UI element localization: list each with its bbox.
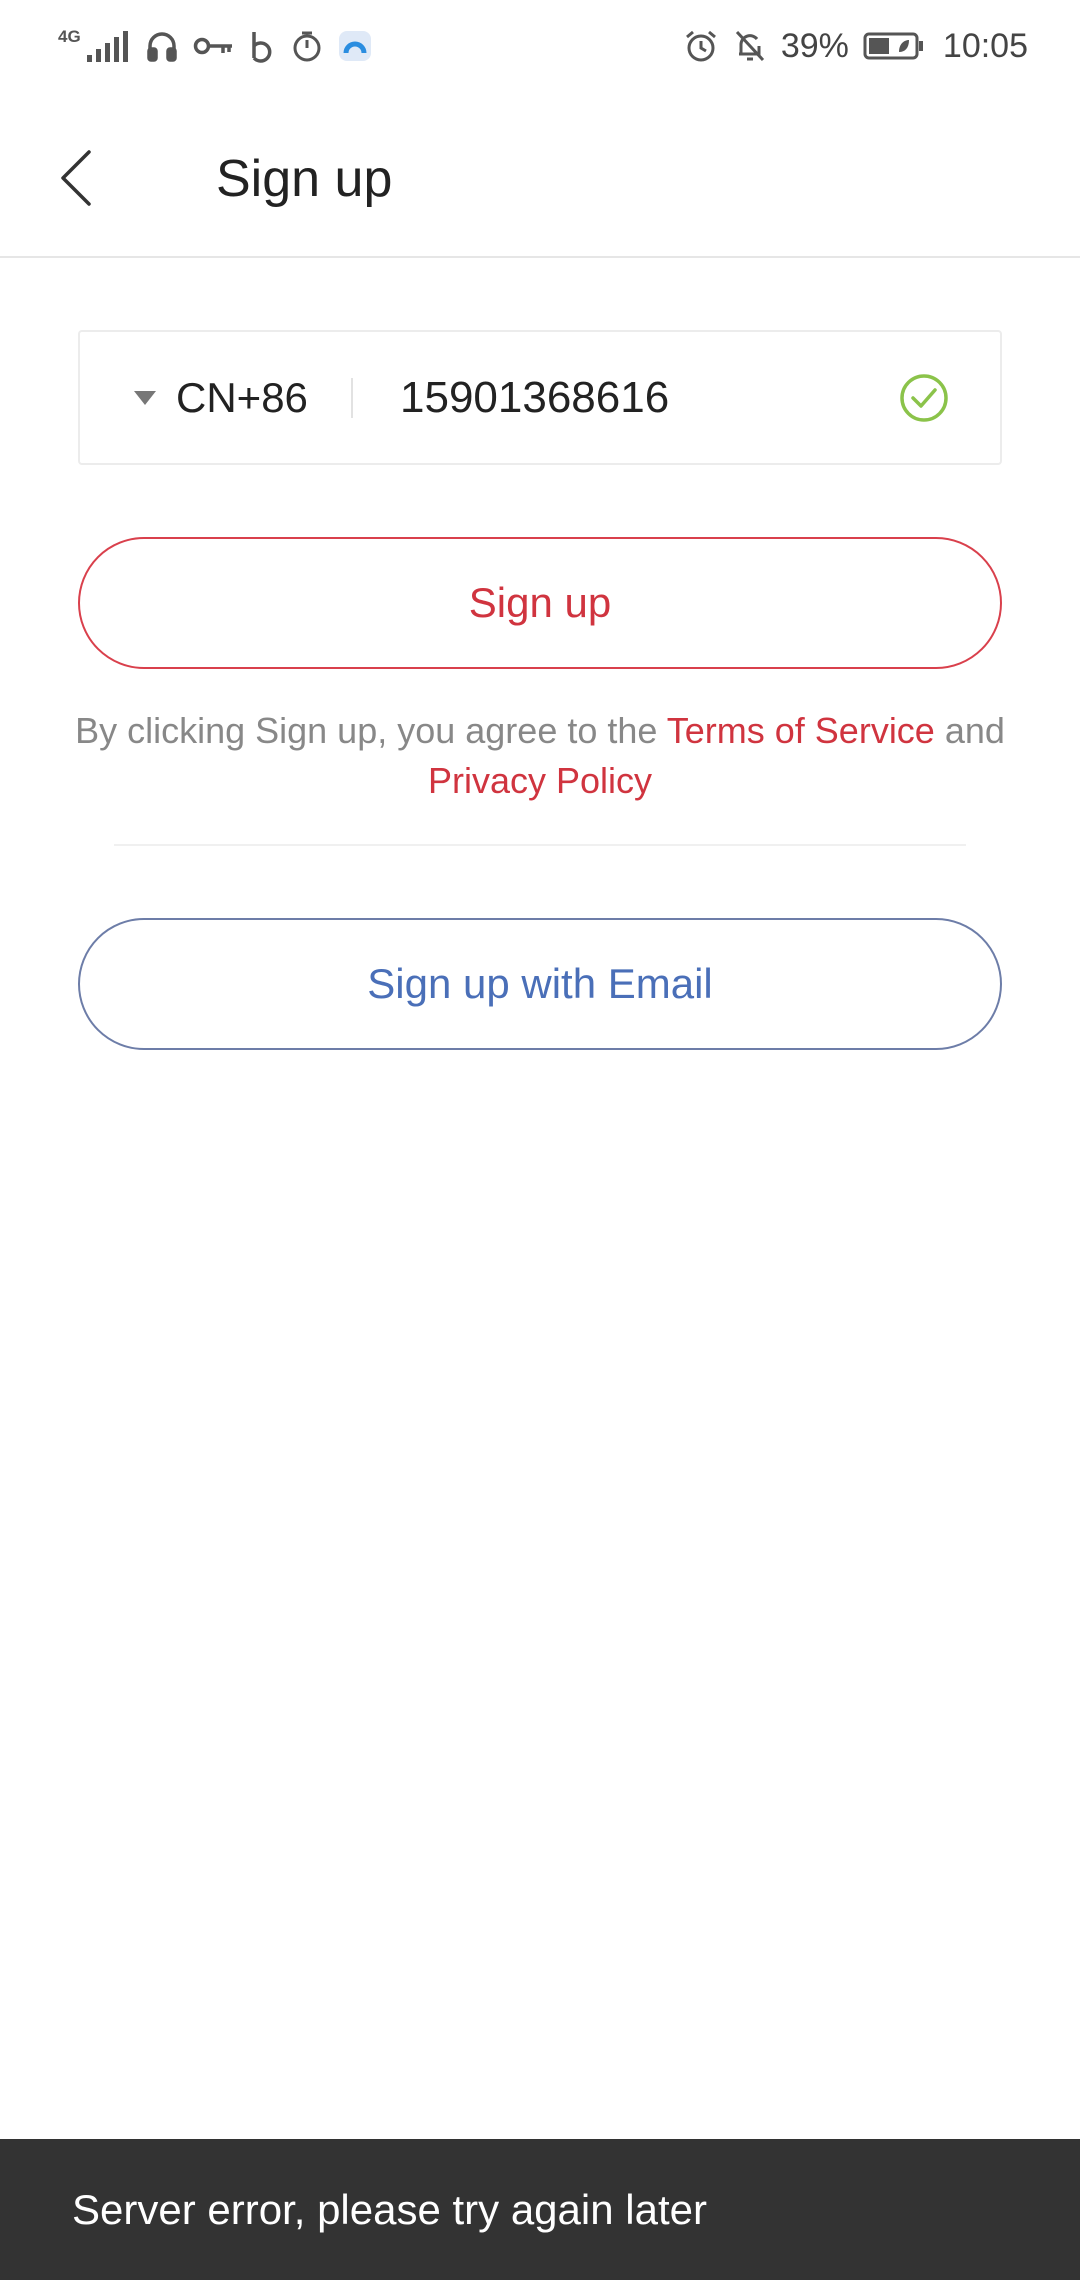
terms-joiner: and bbox=[934, 710, 1005, 751]
signup-with-email-button[interactable]: Sign up with Email bbox=[78, 918, 1002, 1050]
key-icon bbox=[193, 31, 235, 61]
alarm-icon bbox=[683, 28, 719, 64]
status-right: 39% 10:05 bbox=[683, 27, 1028, 66]
signup-button[interactable]: Sign up bbox=[78, 537, 1002, 669]
battery-icon bbox=[863, 31, 925, 61]
error-toast: Server error, please try again later bbox=[0, 2139, 1080, 2280]
bell-off-icon bbox=[733, 28, 767, 64]
network-type: 4G bbox=[58, 26, 81, 46]
field-divider bbox=[351, 378, 353, 418]
battery-percent: 39% bbox=[780, 26, 849, 65]
status-bar: 4G 39% 10:05 bbox=[0, 0, 1080, 92]
page-title: Sign up bbox=[216, 150, 393, 208]
chevron-left-icon bbox=[61, 150, 91, 206]
terms-prefix: By clicking Sign up, you agree to the bbox=[75, 710, 667, 751]
caret-down-icon bbox=[134, 390, 156, 405]
headset-icon bbox=[145, 29, 179, 63]
phone-number-input[interactable] bbox=[400, 356, 880, 440]
app-header: Sign up bbox=[0, 92, 1080, 258]
check-circle-icon bbox=[900, 374, 948, 422]
b-app-icon bbox=[249, 29, 277, 63]
status-left: 4G bbox=[58, 26, 373, 63]
timer-icon bbox=[291, 29, 323, 63]
signal-icon bbox=[85, 29, 131, 63]
terms-of-service-link[interactable]: Terms of Service bbox=[667, 710, 935, 751]
country-code: CN+86 bbox=[176, 373, 308, 421]
clock: 10:05 bbox=[942, 26, 1028, 65]
divider bbox=[114, 844, 966, 846]
terms-text: By clicking Sign up, you agree to the Te… bbox=[60, 706, 1020, 806]
cloud-app-icon bbox=[337, 29, 373, 63]
country-code-select[interactable]: CN+86 bbox=[80, 332, 350, 463]
phone-field: CN+86 bbox=[78, 330, 1002, 465]
toast-message: Server error, please try again later bbox=[72, 2185, 707, 2233]
privacy-policy-link[interactable]: Privacy Policy bbox=[428, 760, 652, 801]
back-button[interactable] bbox=[46, 138, 106, 218]
signup-screen: 4G 39% 10:05 Sign up CN+86 15901368616 S… bbox=[0, 0, 1080, 2280]
